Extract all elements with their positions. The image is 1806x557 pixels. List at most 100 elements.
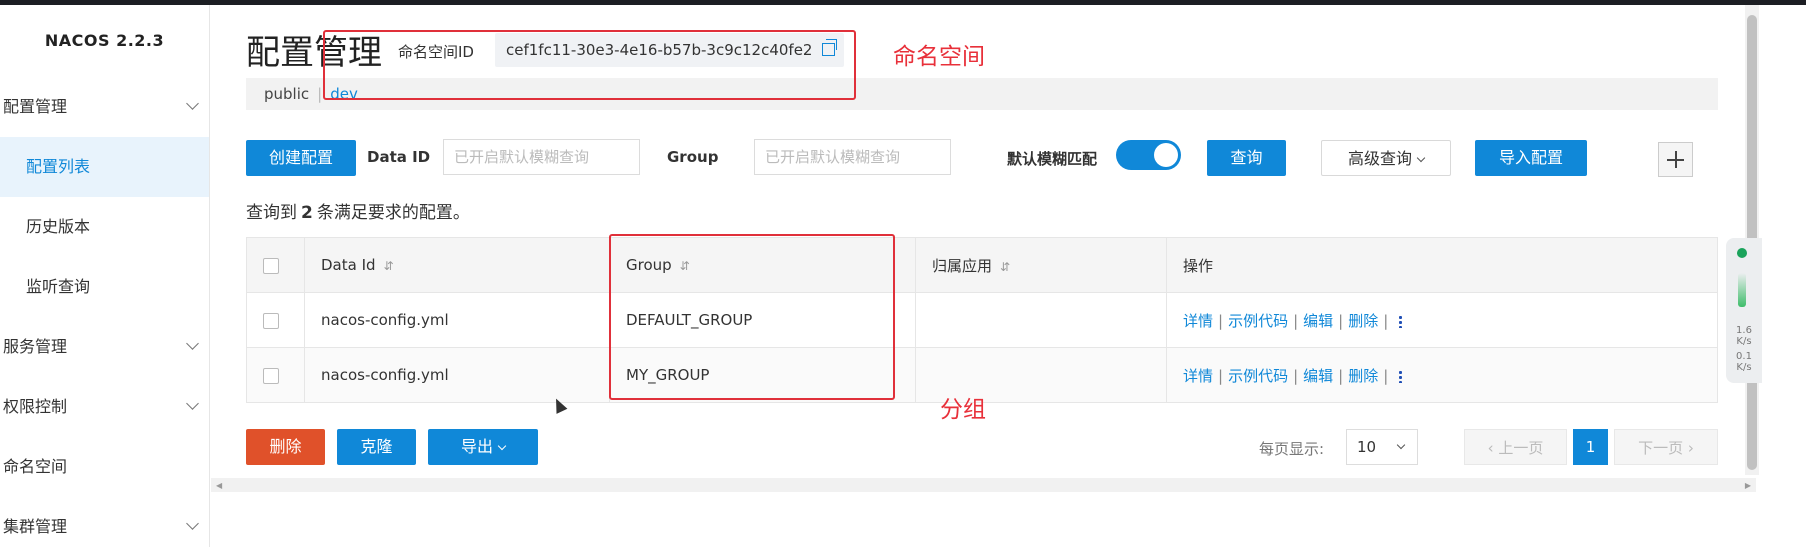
table-row: nacos-config.yml DEFAULT_GROUP 详情 | 示例代码 | 编… [246, 292, 1718, 348]
sample-code-link[interactable]: 示例代码 [1228, 367, 1288, 385]
chevron-down-icon [497, 441, 507, 451]
cell-app [915, 292, 1167, 348]
cell-data-id: nacos-config.yml [304, 347, 610, 403]
prev-page-label: 上一页 [1498, 439, 1544, 457]
namespace-annotation-box [323, 30, 856, 100]
more-icon[interactable] [1399, 314, 1403, 328]
download-unit: K/s [1736, 362, 1752, 373]
group-annotation-label: 分组 [940, 397, 986, 423]
edit-link[interactable]: 编辑 [1303, 312, 1333, 330]
sidebar-item-access-control[interactable]: 权限控制 [0, 377, 209, 437]
action-separator: | [1383, 311, 1389, 330]
page-size-select[interactable]: 10 [1346, 429, 1418, 465]
config-table: Data Id ⇵ Group ⇵ 归属应用 ⇵ 操作 nacos-config.ym… [246, 237, 1718, 403]
action-separator: | [1293, 366, 1299, 385]
data-id-label: Data ID [367, 148, 431, 166]
page-1-button[interactable]: 1 [1573, 429, 1608, 465]
select-all-checkbox[interactable] [263, 257, 279, 274]
summary-prefix: 查询到 [246, 203, 297, 223]
action-separator: | [1218, 311, 1224, 330]
next-page-label: 下一页 [1638, 439, 1684, 457]
namespace-annotation-label: 命名空间 [893, 44, 985, 70]
column-actions: 操作 [1166, 237, 1718, 293]
sidebar-item-listener-query[interactable]: 监听查询 [0, 257, 209, 317]
result-count: 2 [301, 203, 313, 223]
summary-suffix: 条满足要求的配置。 [316, 203, 470, 223]
sidebar-item-label: 命名空间 [3, 457, 68, 476]
more-icon[interactable] [1399, 369, 1403, 383]
chevron-down-icon [186, 517, 199, 530]
sidebar: NACOS 2.2.3 配置管理 配置列表 历史版本 监听查询 服务管理 权限控… [0, 5, 210, 547]
column-label: Data Id [321, 256, 376, 274]
page-size-value: 10 [1357, 438, 1377, 456]
sidebar-item-config-list[interactable]: 配置列表 [0, 137, 209, 197]
upload-value: 1.6 [1736, 325, 1752, 336]
action-separator: | [1218, 366, 1224, 385]
detail-link[interactable]: 详情 [1183, 367, 1213, 385]
cell-actions: 详情 | 示例代码 | 编辑 | 删除 | [1166, 347, 1718, 403]
sidebar-item-label: 权限控制 [3, 397, 68, 416]
chevron-down-icon [186, 337, 199, 350]
clone-button[interactable]: 克隆 [337, 429, 416, 465]
create-config-button[interactable]: 创建配置 [246, 140, 356, 176]
row-select-cell [246, 347, 305, 403]
row-checkbox[interactable] [263, 367, 279, 384]
advanced-query-label: 高级查询 [1347, 149, 1412, 168]
result-summary: 查询到 2 条满足要求的配置。 [246, 198, 470, 223]
row-checkbox[interactable] [263, 312, 279, 329]
sort-icon[interactable]: ⇵ [384, 259, 394, 273]
edit-link[interactable]: 编辑 [1303, 367, 1333, 385]
export-label: 导出 [460, 437, 493, 456]
action-separator: | [1338, 366, 1344, 385]
delete-link[interactable]: 删除 [1348, 367, 1378, 385]
horizontal-scrollbar[interactable]: ◀ ▶ [211, 478, 1756, 492]
page-size-label: 每页显示: [1259, 440, 1325, 458]
table-header: Data Id ⇵ Group ⇵ 归属应用 ⇵ 操作 [246, 237, 1718, 293]
data-id-input[interactable]: 已开启默认模糊查询 [443, 139, 640, 175]
column-data-id[interactable]: Data Id ⇵ [304, 237, 610, 293]
column-label: 归属应用 [932, 256, 993, 275]
sidebar-item-service-management[interactable]: 服务管理 [0, 317, 209, 377]
prev-page-button[interactable]: ‹ 上一页 [1464, 429, 1567, 465]
delete-button[interactable]: 删除 [246, 429, 325, 465]
cell-data-id: nacos-config.yml [304, 292, 610, 348]
detail-link[interactable]: 详情 [1183, 312, 1213, 330]
next-page-button[interactable]: 下一页 › [1614, 429, 1718, 465]
advanced-query-button[interactable]: 高级查询 [1321, 140, 1451, 176]
status-dot-icon [1737, 248, 1747, 258]
sidebar-item-cluster-management[interactable]: 集群管理 [0, 497, 209, 557]
plus-icon[interactable] [1658, 142, 1693, 177]
export-button[interactable]: 导出 [428, 429, 538, 465]
delete-link[interactable]: 删除 [1348, 312, 1378, 330]
action-separator: | [1293, 311, 1299, 330]
sidebar-item-label: 配置管理 [3, 97, 68, 116]
download-value: 0.1 [1736, 351, 1752, 362]
action-separator: | [1383, 366, 1389, 385]
sidebar-item-config-management[interactable]: 配置管理 [0, 77, 209, 137]
namespace-tab-separator: | [317, 85, 323, 103]
sample-code-link[interactable]: 示例代码 [1228, 312, 1288, 330]
row-select-cell [246, 292, 305, 348]
sort-icon[interactable]: ⇵ [1000, 260, 1010, 274]
fuzzy-match-label: 默认模糊匹配 [1007, 150, 1098, 168]
query-button[interactable]: 查询 [1207, 140, 1286, 176]
action-separator: | [1338, 311, 1344, 330]
fuzzy-match-toggle[interactable] [1116, 140, 1181, 170]
scroll-right-icon[interactable]: ▶ [1745, 481, 1751, 490]
select-all-cell [246, 237, 305, 293]
sidebar-item-history[interactable]: 历史版本 [0, 197, 209, 257]
chevron-down-icon [1416, 153, 1426, 163]
sidebar-item-label: 服务管理 [3, 337, 68, 356]
import-config-button[interactable]: 导入配置 [1475, 140, 1587, 176]
sidebar-item-namespace[interactable]: 命名空间 [0, 437, 209, 497]
column-app[interactable]: 归属应用 ⇵ [915, 237, 1167, 293]
upload-speed: 1.6 K/s [1731, 325, 1757, 347]
group-input[interactable]: 已开启默认模糊查询 [754, 139, 951, 175]
level-bar [1738, 273, 1746, 307]
namespace-tab-public[interactable]: public [264, 85, 309, 103]
scroll-left-icon[interactable]: ◀ [216, 481, 222, 490]
network-speed-widget: 1.6 K/s 0.1 K/s [1726, 238, 1762, 383]
upload-unit: K/s [1736, 336, 1752, 347]
group-annotation-box [609, 234, 895, 400]
sidebar-item-label: 集群管理 [3, 517, 68, 536]
